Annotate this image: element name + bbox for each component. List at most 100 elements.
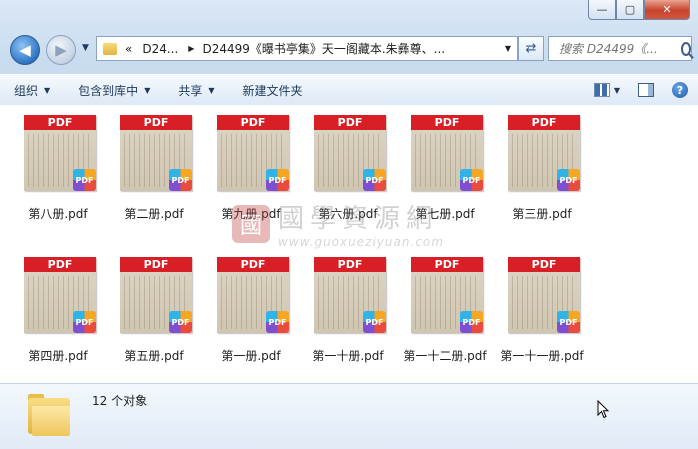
chevron-down-icon: ▼ <box>44 85 51 95</box>
file-name: 第二册.pdf <box>124 207 184 221</box>
minimize-button[interactable]: — <box>588 0 616 20</box>
pdf-app-icon: PDF <box>557 311 580 333</box>
organize-button[interactable]: 组织 ▼ <box>0 82 64 99</box>
recent-pages-dropdown[interactable]: ▼ <box>82 43 89 53</box>
pdf-band: PDF <box>217 115 289 130</box>
watermark-url: www.guoxueziyuan.com <box>278 235 444 249</box>
include-in-library-button[interactable]: 包含到库中 ▼ <box>64 82 164 99</box>
file-item[interactable]: PDF PDF 第一十册.pdf <box>300 247 396 367</box>
watermark-title: 國學資源網 <box>278 204 439 234</box>
new-folder-button[interactable]: 新建文件夹 <box>229 82 317 99</box>
file-item[interactable]: PDF PDF 第五册.pdf <box>106 247 202 367</box>
include-in-library-label: 包含到库中 <box>78 83 139 98</box>
refresh-button[interactable]: ⇄ <box>518 36 544 61</box>
chevron-down-icon[interactable]: ▼ <box>614 86 620 95</box>
file-item[interactable]: PDF PDF 第一十二册.pdf <box>397 247 493 367</box>
pdf-app-icon: PDF <box>460 169 483 191</box>
pdf-app-icon: PDF <box>363 311 386 333</box>
file-name: 第一十二册.pdf <box>403 349 487 363</box>
navigation-bar: ◀ ▶ ▼ « D24... ▶ D24499《曝书亭集》天一阁藏本.朱彝尊、.… <box>8 34 692 65</box>
pdf-thumbnail: PDF PDF <box>508 115 580 191</box>
pdf-band: PDF <box>120 115 192 130</box>
help-icon[interactable]: ? <box>672 82 688 98</box>
pdf-band: PDF <box>314 257 386 272</box>
file-item[interactable]: PDF PDF 第八册.pdf <box>10 105 106 225</box>
pdf-band: PDF <box>508 257 580 272</box>
file-name: 第八册.pdf <box>28 207 88 221</box>
pdf-app-icon: PDF <box>266 311 289 333</box>
pdf-app-icon: PDF <box>557 169 580 191</box>
new-folder-label: 新建文件夹 <box>242 83 303 98</box>
address-bar[interactable]: « D24... ▶ D24499《曝书亭集》天一阁藏本.朱彝尊、... ▼ <box>96 36 518 61</box>
refresh-icon: ⇄ <box>525 41 537 56</box>
pdf-thumbnail: PDF PDF <box>411 257 483 333</box>
file-name: 第四册.pdf <box>28 349 88 363</box>
pdf-thumbnail: PDF PDF <box>24 115 96 191</box>
change-view-icon[interactable] <box>593 83 610 97</box>
pdf-thumbnail: PDF PDF <box>217 257 289 333</box>
file-item[interactable]: PDF PDF 第一十一册.pdf <box>494 247 590 367</box>
search-box[interactable] <box>548 36 692 61</box>
preview-pane-icon[interactable] <box>638 83 654 97</box>
pdf-app-icon: PDF <box>169 169 192 191</box>
close-button[interactable]: ✕ <box>644 0 690 20</box>
watermark-seal: 國 <box>232 204 270 243</box>
pdf-app-icon: PDF <box>266 169 289 191</box>
pdf-band: PDF <box>508 115 580 130</box>
folder-icon <box>103 42 117 55</box>
breadcrumb-current[interactable]: D24499《曝书亭集》天一阁藏本.朱彝尊、... <box>202 40 445 57</box>
details-pane: 12 个对象 <box>0 383 698 449</box>
pdf-band: PDF <box>314 115 386 130</box>
pdf-band: PDF <box>217 257 289 272</box>
file-name: 第一十册.pdf <box>312 349 384 363</box>
pdf-app-icon: PDF <box>363 169 386 191</box>
file-name: 第一十一册.pdf <box>500 349 584 363</box>
breadcrumb-overflow[interactable]: « <box>125 42 132 56</box>
folder-icon <box>28 394 70 438</box>
file-item[interactable]: PDF PDF 第一册.pdf <box>203 247 299 367</box>
pdf-thumbnail: PDF PDF <box>120 115 192 191</box>
pdf-band: PDF <box>24 257 96 272</box>
pdf-band: PDF <box>24 115 96 130</box>
file-item[interactable]: PDF PDF 第二册.pdf <box>106 105 202 225</box>
file-name: 第五册.pdf <box>124 349 184 363</box>
back-button[interactable]: ◀ <box>10 35 40 65</box>
pdf-thumbnail: PDF PDF <box>314 115 386 191</box>
toolbar-right: ▼ ? <box>593 82 688 98</box>
maximize-button[interactable]: ▢ <box>616 0 644 20</box>
pdf-band: PDF <box>120 257 192 272</box>
search-icon <box>681 41 691 56</box>
chevron-right-icon[interactable]: ▶ <box>188 44 194 53</box>
arrow-right-icon: ▶ <box>55 41 67 59</box>
chevron-down-icon: ▼ <box>144 85 151 95</box>
pdf-thumbnail: PDF PDF <box>411 115 483 191</box>
pdf-app-icon: PDF <box>169 311 192 333</box>
pdf-band: PDF <box>411 115 483 130</box>
organize-label: 组织 <box>14 83 39 98</box>
pdf-thumbnail: PDF PDF <box>508 257 580 333</box>
watermark: 國 國學資源網 www.guoxueziyuan.com <box>232 198 444 249</box>
explorer-window: — ▢ ✕ ◀ ▶ ▼ « D24... ▶ D24499《曝书亭集》天一阁藏本… <box>0 0 698 449</box>
arrow-left-icon: ◀ <box>19 41 31 59</box>
pdf-thumbnail: PDF PDF <box>24 257 96 333</box>
file-item[interactable]: PDF PDF 第三册.pdf <box>494 105 590 225</box>
pdf-app-icon: PDF <box>73 169 96 191</box>
command-toolbar: 组织 ▼ 包含到库中 ▼ 共享 ▼ 新建文件夹 ▼ ? <box>0 74 698 106</box>
pdf-thumbnail: PDF PDF <box>120 257 192 333</box>
file-item[interactable]: PDF PDF 第四册.pdf <box>10 247 106 367</box>
search-input[interactable] <box>557 40 679 57</box>
pdf-thumbnail: PDF PDF <box>217 115 289 191</box>
file-name: 第一册.pdf <box>221 349 281 363</box>
chevron-down-icon: ▼ <box>208 85 215 95</box>
item-count: 12 个对象 <box>92 394 148 408</box>
pdf-app-icon: PDF <box>73 311 96 333</box>
breadcrumb-parent[interactable]: D24... <box>142 42 178 56</box>
forward-button[interactable]: ▶ <box>46 35 76 65</box>
file-name: 第三册.pdf <box>512 207 572 221</box>
watermark-text: 國學資源網 www.guoxueziyuan.com <box>278 198 444 249</box>
share-button[interactable]: 共享 ▼ <box>164 82 228 99</box>
caption-buttons: — ▢ ✕ <box>588 0 690 20</box>
pdf-app-icon: PDF <box>460 311 483 333</box>
mouse-cursor-icon <box>597 400 610 419</box>
chevron-down-icon[interactable]: ▼ <box>505 44 511 53</box>
